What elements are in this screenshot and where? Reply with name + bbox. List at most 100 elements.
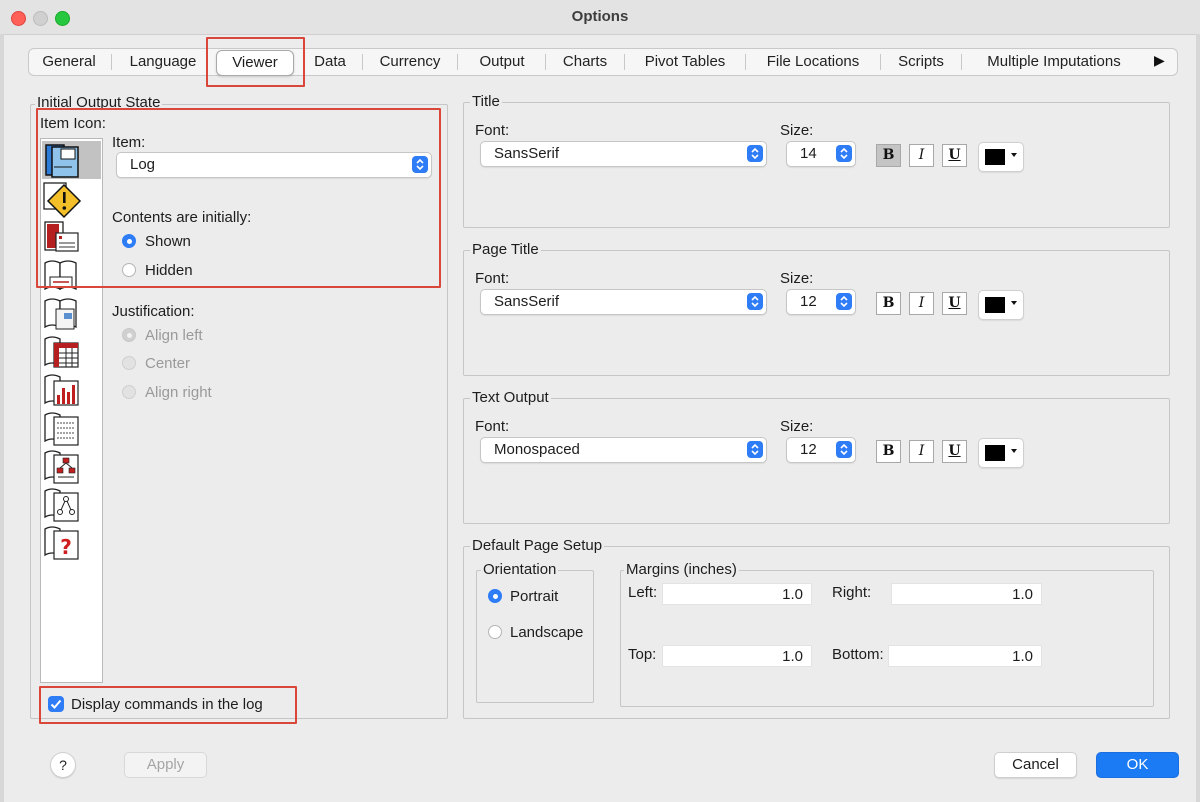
justification-label: Justification:: [112, 303, 195, 320]
tab-pivot-tables[interactable]: Pivot Tables: [628, 49, 742, 75]
chevron-updown-icon: [747, 145, 763, 162]
window-edge-right: [1196, 34, 1200, 802]
contents-initially-label: Contents are initially:: [112, 209, 252, 226]
tab-data[interactable]: Data: [300, 49, 360, 75]
chevron-updown-icon: [747, 441, 763, 458]
pivot-table-icon[interactable]: [42, 333, 101, 371]
title-font-select[interactable]: SansSerif: [480, 141, 767, 167]
margin-bottom-field[interactable]: 1.0: [888, 645, 1042, 667]
notes-icon[interactable]: [42, 219, 101, 257]
item-select[interactable]: Log: [116, 152, 432, 178]
portrait-radio[interactable]: [488, 589, 502, 603]
chevron-updown-icon: [836, 441, 852, 458]
title-icon[interactable]: [42, 257, 101, 295]
text-output-group-label: Text Output: [470, 389, 551, 406]
landscape-label[interactable]: Landscape: [510, 624, 583, 642]
warning-icon[interactable]: [42, 181, 101, 219]
model-viewer-icon[interactable]: [42, 485, 101, 523]
tab-separator: [545, 54, 546, 70]
dropdown-arrow-icon: [1011, 153, 1017, 157]
shown-label[interactable]: Shown: [145, 233, 191, 251]
page-title-icon[interactable]: [42, 295, 101, 333]
title-size-select[interactable]: 14: [786, 141, 856, 167]
page-title-italic-button[interactable]: I: [909, 292, 934, 315]
title-italic-button[interactable]: I: [909, 144, 934, 167]
tab-charts[interactable]: Charts: [549, 49, 621, 75]
orientation-label: Orientation: [481, 561, 559, 578]
text-output-bold-button[interactable]: B: [876, 440, 901, 463]
tab-separator: [362, 54, 363, 70]
page-title-bold-button[interactable]: B: [876, 292, 901, 315]
ok-button[interactable]: OK: [1096, 752, 1179, 778]
margin-right-field[interactable]: 1.0: [891, 583, 1042, 605]
title-color-button[interactable]: [978, 142, 1024, 172]
tab-multiple-imputations[interactable]: Multiple Imputations: [965, 49, 1143, 75]
page-title-group-label: Page Title: [470, 241, 541, 258]
tab-general[interactable]: General: [30, 49, 108, 75]
text-output-size-label: Size:: [780, 418, 814, 435]
text-output-size-select[interactable]: 12: [786, 437, 856, 463]
center-radio[interactable]: [122, 356, 136, 370]
dropdown-arrow-icon: [1011, 301, 1017, 305]
tab-file-locations[interactable]: File Locations: [749, 49, 877, 75]
display-commands-label[interactable]: Display commands in the log: [71, 696, 263, 714]
landscape-radio[interactable]: [488, 625, 502, 639]
tab-separator: [745, 54, 746, 70]
margin-left-field[interactable]: 1.0: [662, 583, 812, 605]
text-output-italic-button[interactable]: I: [909, 440, 934, 463]
color-swatch: [985, 297, 1005, 313]
text-output-font-value: Monospaced: [494, 441, 580, 458]
tab-scripts[interactable]: Scripts: [884, 49, 958, 75]
page-title-underline-button[interactable]: U: [942, 292, 967, 315]
chart-icon[interactable]: [42, 371, 101, 409]
apply-button[interactable]: Apply: [124, 752, 207, 778]
page-title-font-select[interactable]: SansSerif: [480, 289, 767, 315]
text-output-size-value: 12: [800, 441, 817, 458]
page-title-color-button[interactable]: [978, 290, 1024, 320]
margins-label: Margins (inches): [624, 561, 739, 578]
cancel-button[interactable]: Cancel: [994, 752, 1077, 778]
page-title-size-value: 12: [800, 293, 817, 310]
tab-output[interactable]: Output: [461, 49, 543, 75]
page-title-size-select[interactable]: 12: [786, 289, 856, 315]
log-icon[interactable]: [42, 141, 101, 179]
color-swatch: [985, 445, 1005, 461]
margin-top-field[interactable]: 1.0: [662, 645, 812, 667]
margin-right-label: Right:: [832, 584, 872, 601]
text-output-font-select[interactable]: Monospaced: [480, 437, 767, 463]
tab-separator: [961, 54, 962, 70]
title-underline-button[interactable]: U: [942, 144, 967, 167]
center-label[interactable]: Center: [145, 355, 190, 373]
window-edge-left: [0, 34, 4, 802]
align-right-label[interactable]: Align right: [145, 384, 212, 402]
hidden-label[interactable]: Hidden: [145, 262, 193, 280]
align-left-radio[interactable]: [122, 328, 136, 342]
item-icon-list[interactable]: ?: [40, 138, 103, 683]
initial-output-state-title: Initial Output State: [35, 94, 163, 111]
more-tabs-arrow-icon[interactable]: ▶: [1154, 52, 1165, 69]
checkmark-icon: [50, 699, 62, 709]
tree-model-icon[interactable]: [42, 447, 101, 485]
tab-separator: [457, 54, 458, 70]
page-setup-group-label: Default Page Setup: [470, 537, 605, 554]
tab-currency[interactable]: Currency: [366, 49, 454, 75]
align-left-label[interactable]: Align left: [145, 327, 203, 345]
display-commands-checkbox[interactable]: [48, 696, 64, 712]
tab-viewer[interactable]: Viewer: [216, 50, 294, 76]
title-bold-button[interactable]: B: [876, 144, 901, 167]
align-right-radio[interactable]: [122, 385, 136, 399]
hidden-radio[interactable]: [122, 263, 136, 277]
portrait-label[interactable]: Portrait: [510, 588, 558, 606]
item-icon-label: Item Icon:: [40, 115, 106, 132]
help-button[interactable]: ?: [50, 752, 76, 778]
text-output-icon[interactable]: [42, 409, 101, 447]
text-output-underline-button[interactable]: U: [942, 440, 967, 463]
shown-radio[interactable]: [122, 234, 136, 248]
title-group-label: Title: [470, 93, 502, 110]
margin-top-label: Top:: [628, 646, 657, 663]
unknown-object-icon[interactable]: ?: [42, 523, 101, 561]
tab-language[interactable]: Language: [116, 49, 210, 75]
chevron-updown-icon: [747, 293, 763, 310]
chevron-updown-icon: [836, 145, 852, 162]
text-output-color-button[interactable]: [978, 438, 1024, 468]
